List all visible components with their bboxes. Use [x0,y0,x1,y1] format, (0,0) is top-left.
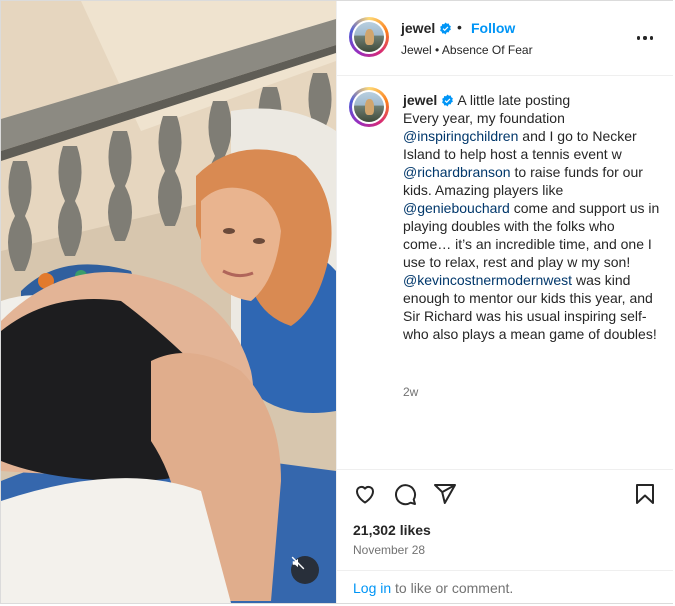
follow-button[interactable]: Follow [471,20,515,36]
separator-dot: • [457,19,462,35]
action-bar: 21,302 likes November 28 Log in to like … [337,469,673,604]
post-details-panel: jewel • Follow Jewel • Absence Of Fear j… [336,1,673,603]
caption-username[interactable]: jewel [403,92,437,108]
more-dot [643,36,647,40]
header-username-row: jewel [401,20,452,36]
comment-icon[interactable] [393,482,417,506]
mention-link[interactable]: @geniebouchard [403,200,510,216]
header-subtitle[interactable]: Jewel • Absence Of Fear [401,43,533,57]
header-username[interactable]: jewel [401,20,435,36]
share-icon[interactable] [433,482,457,506]
likes-count[interactable]: 21,302 likes [353,522,431,538]
login-suffix: to like or comment. [391,580,514,596]
comment-login-text: Log in to like or comment. [353,580,513,596]
post-header: jewel • Follow Jewel • Absence Of Fear [337,1,673,76]
mention-link[interactable]: @richardbranson [403,164,511,180]
more-options-button[interactable] [633,31,657,45]
mention-link[interactable]: @kevincostnermodernwest [403,272,572,288]
caption-timestamp[interactable]: 2w [403,385,418,399]
verified-badge-icon [442,94,454,107]
mute-button[interactable] [291,556,319,584]
speaker-muted-icon [291,556,305,570]
heart-icon[interactable] [353,482,377,506]
bookmark-icon[interactable] [633,482,657,506]
post-date[interactable]: November 28 [353,543,425,557]
avatar-border [352,20,386,54]
avatar-image [354,92,384,122]
post-frame: jewel • Follow Jewel • Absence Of Fear j… [0,0,673,604]
verified-badge-icon [440,22,452,35]
comment-login-bar: Log in to like or comment. [337,570,673,605]
avatar-image [354,22,384,52]
more-dot [649,36,654,40]
more-options-icon [636,36,641,40]
avatar[interactable] [349,17,389,57]
login-link[interactable]: Log in [353,580,391,596]
caption-text: jewel A little late posting Every year, … [403,91,665,343]
avatar-border [352,90,386,124]
caption-avatar[interactable] [349,87,389,127]
post-photo [1,1,336,603]
post-media[interactable] [1,1,336,603]
mention-link[interactable]: @inspiringchildren [403,128,518,144]
